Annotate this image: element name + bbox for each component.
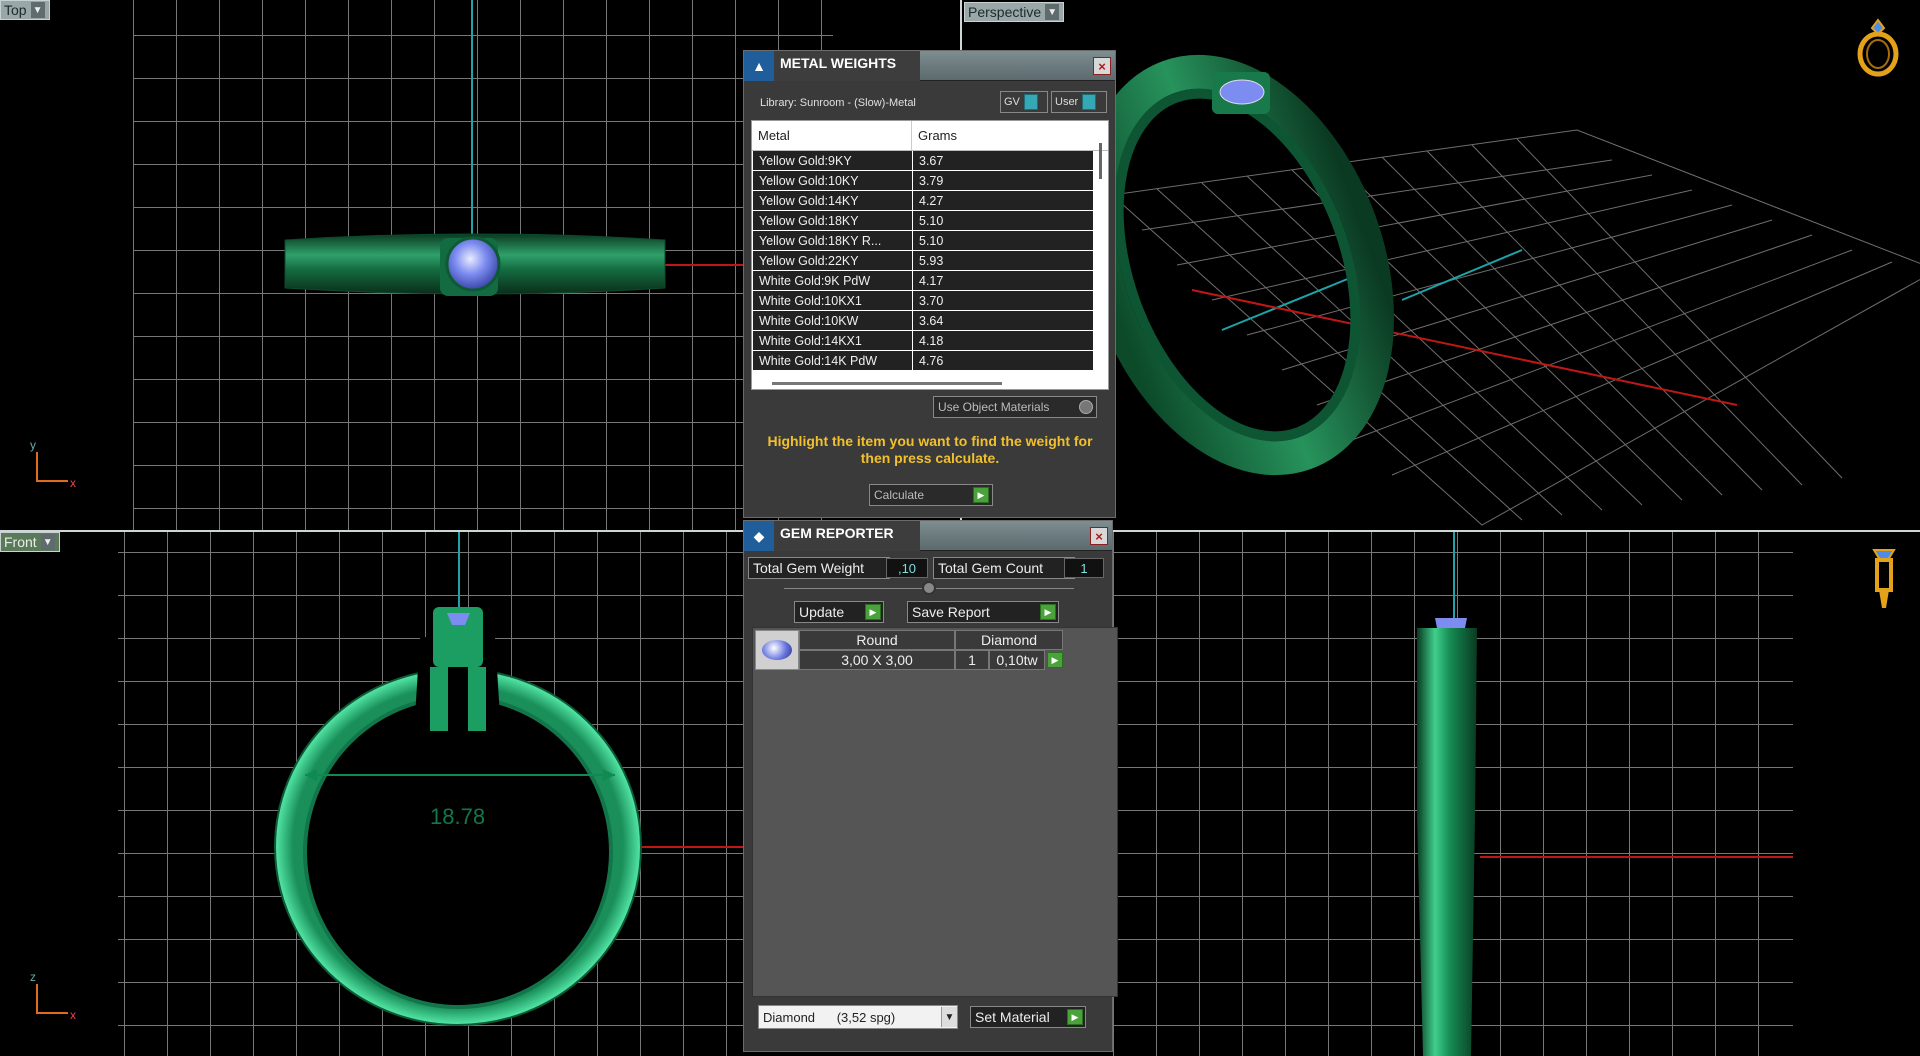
- ring-side-view: [1417, 618, 1477, 1056]
- chevron-down-icon[interactable]: ▼: [941, 1007, 957, 1027]
- grams-cell: 4.27: [919, 193, 944, 208]
- use-object-materials-toggle[interactable]: Use Object Materials: [933, 396, 1097, 418]
- vertical-scrollbar[interactable]: [1099, 143, 1102, 179]
- gem-thumbnail[interactable]: [755, 630, 799, 670]
- table-row[interactable]: White Gold:10KX1 3.70: [753, 291, 1093, 311]
- ring-top-view: [284, 233, 666, 296]
- side-viewport[interactable]: [1113, 532, 1920, 1056]
- metal-weights-rows: Yellow Gold:9KY 3.67 Yellow Gold:10KY 3.79 Y…: [752, 151, 1108, 371]
- chevron-down-icon[interactable]: ▼: [40, 534, 55, 550]
- gem-reporter-titlebar[interactable]: ◆ GEM REPORTER ×: [744, 521, 1112, 551]
- play-icon: ▶: [865, 604, 881, 620]
- gem-shape: Round: [799, 630, 955, 650]
- gv-toggle[interactable]: GV: [1000, 91, 1048, 113]
- table-header: Metal Grams: [752, 121, 1108, 151]
- table-row[interactable]: Yellow Gold:22KY 5.93: [753, 251, 1093, 271]
- metal-name-cell: Yellow Gold:18KY: [753, 211, 913, 230]
- grams-cell: 3.70: [919, 293, 944, 308]
- table-row[interactable]: White Gold:10KW 3.64: [753, 311, 1093, 331]
- user-toggle[interactable]: User: [1051, 91, 1107, 113]
- y-axis-line: [1480, 856, 1793, 858]
- metal-name-cell: White Gold:14KX1: [753, 331, 913, 350]
- z-axis-line: [1453, 532, 1455, 632]
- update-button[interactable]: Update ▶: [794, 601, 884, 623]
- pendant-view-icon[interactable]: [1864, 544, 1904, 614]
- front-viewport[interactable]: 18.78 zx Front ▼: [0, 532, 745, 1056]
- metal-weights-title: METAL WEIGHTS: [774, 51, 920, 81]
- flask-icon: ▲: [744, 51, 774, 81]
- total-gem-weight-label: Total Gem Weight: [748, 557, 890, 579]
- table-row[interactable]: White Gold:9K PdW 4.17: [753, 271, 1093, 291]
- set-material-button[interactable]: Set Material ▶: [970, 1006, 1086, 1028]
- chevron-down-icon[interactable]: ▼: [1045, 4, 1060, 20]
- grams-cell: 3.79: [919, 173, 944, 188]
- grams-cell: 5.10: [919, 233, 944, 248]
- grams-cell: 3.64: [919, 313, 944, 328]
- metal-name-cell: Yellow Gold:9KY: [753, 151, 913, 170]
- gem-reporter-title: GEM REPORTER: [774, 521, 920, 551]
- play-icon: ▶: [1040, 604, 1056, 620]
- radio-icon: [1079, 400, 1093, 414]
- ring-view-icon[interactable]: [1854, 18, 1904, 78]
- metal-name-cell: White Gold:14K PdW: [753, 351, 913, 370]
- front-view-label[interactable]: Front ▼: [0, 532, 60, 552]
- toggle-switch-icon: [1082, 94, 1097, 110]
- save-report-button[interactable]: Save Report ▶: [907, 601, 1059, 623]
- total-gem-count-label: Total Gem Count: [933, 557, 1075, 579]
- library-label: Library: Sunroom - (Slow)-Metal: [760, 97, 916, 109]
- metal-weights-panel: ▲ METAL WEIGHTS × Library: Sunroom - (Sl…: [743, 50, 1116, 518]
- close-icon[interactable]: ×: [1090, 527, 1108, 545]
- table-row[interactable]: Yellow Gold:9KY 3.67: [753, 151, 1093, 171]
- metal-name-cell: Yellow Gold:14KY: [753, 191, 913, 210]
- instruction-text: Highlight the item you want to find the …: [767, 433, 1093, 466]
- metal-name-cell: White Gold:10KX1: [753, 291, 913, 310]
- calculate-button[interactable]: Calculate ▶: [869, 484, 993, 506]
- play-icon: ▶: [973, 487, 989, 503]
- metal-name-cell: Yellow Gold:22KY: [753, 251, 913, 270]
- metal-name-cell: Yellow Gold:18KY R...: [753, 231, 913, 250]
- column-header-metal[interactable]: Metal: [752, 121, 912, 150]
- grams-cell: 5.93: [919, 253, 944, 268]
- total-gem-weight-value: ,10: [886, 558, 928, 578]
- gem-material: Diamond: [955, 630, 1063, 650]
- table-row[interactable]: White Gold:14KX1 4.18: [753, 331, 1093, 351]
- chevron-down-icon[interactable]: ▼: [30, 2, 45, 18]
- horizontal-scrollbar[interactable]: [772, 382, 1002, 385]
- table-row[interactable]: White Gold:14K PdW 4.76: [753, 351, 1093, 371]
- table-row[interactable]: Yellow Gold:18KY R... 5.10: [753, 231, 1093, 251]
- grams-cell: 5.10: [919, 213, 944, 228]
- collapse-toggle-icon[interactable]: [922, 581, 936, 595]
- play-icon[interactable]: ▶: [1047, 652, 1063, 668]
- gem-count: 1: [955, 650, 989, 670]
- material-select[interactable]: Diamond (3,52 spg) ▼: [758, 1005, 958, 1029]
- ring-size-dimension: 18.78: [430, 804, 486, 829]
- gem-weight: 0,10tw: [989, 650, 1045, 670]
- grams-cell: 4.76: [919, 353, 944, 368]
- close-icon[interactable]: ×: [1093, 57, 1111, 75]
- grams-cell: 3.67: [919, 153, 944, 168]
- table-row[interactable]: Yellow Gold:10KY 3.79: [753, 171, 1093, 191]
- top-view-label[interactable]: Top ▼: [0, 0, 50, 20]
- metal-weights-titlebar[interactable]: ▲ METAL WEIGHTS ×: [744, 51, 1115, 81]
- gem-list[interactable]: Round Diamond 3,00 X 3,00 1 0,10tw ▶: [752, 627, 1118, 997]
- grams-cell: 4.18: [919, 333, 944, 348]
- toggle-switch-icon: [1023, 94, 1038, 110]
- grams-cell: 4.17: [919, 273, 944, 288]
- play-icon: ▶: [1067, 1009, 1083, 1025]
- metal-name-cell: White Gold:9K PdW: [753, 271, 913, 290]
- top-axes-icon: yx: [30, 438, 76, 490]
- table-row[interactable]: Yellow Gold:18KY 5.10: [753, 211, 1093, 231]
- gem-size: 3,00 X 3,00: [799, 650, 955, 670]
- gem-report-icon: ◆: [744, 521, 774, 551]
- gem-reporter-panel: ◆ GEM REPORTER × Total Gem Weight ,10 To…: [743, 520, 1118, 1052]
- table-row[interactable]: Yellow Gold:14KY 4.27: [753, 191, 1093, 211]
- metal-name-cell: Yellow Gold:10KY: [753, 171, 913, 190]
- total-gem-count-value: 1: [1064, 558, 1104, 578]
- round-gem-icon: [762, 640, 792, 660]
- perspective-view-label[interactable]: Perspective ▼: [964, 2, 1065, 22]
- front-axes-icon: zx: [30, 970, 76, 1022]
- metal-name-cell: White Gold:10KW: [753, 311, 913, 330]
- metal-weights-table[interactable]: Metal Grams Yellow Gold:9KY 3.67 Yellow Go…: [751, 120, 1109, 390]
- column-header-grams[interactable]: Grams: [912, 121, 957, 150]
